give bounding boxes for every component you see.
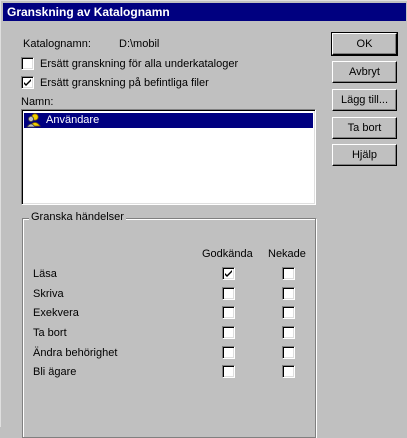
audit-dialog: Granskning av Katalognamn Katalognamn: D…: [0, 0, 407, 438]
execute-success-checkbox[interactable]: [222, 306, 235, 319]
success-column-header: Godkända: [202, 248, 253, 260]
event-label-write: Skriva: [33, 288, 64, 300]
execute-failure-checkbox[interactable]: [282, 306, 295, 319]
list-item[interactable]: Användare: [24, 113, 313, 128]
check-mark-icon: [225, 270, 232, 277]
names-label: Namn:: [21, 96, 54, 108]
event-label-change-permissions: Ändra behörighet: [33, 347, 118, 359]
event-label-take-ownership: Bli ägare: [33, 366, 77, 378]
audit-events-title: Granska händelser: [29, 211, 126, 223]
remove-button[interactable]: Ta bort: [332, 117, 397, 139]
add-button[interactable]: Lägg till...: [332, 89, 397, 111]
write-success-checkbox[interactable]: [222, 287, 235, 300]
event-label-delete: Ta bort: [33, 327, 67, 339]
check-mark-icon: [24, 79, 31, 86]
read-failure-checkbox[interactable]: [282, 267, 295, 280]
list-item-label: Användare: [46, 114, 100, 126]
change-permissions-failure-checkbox[interactable]: [282, 346, 295, 359]
event-label-execute: Exekvera: [33, 307, 79, 319]
replace-files-label[interactable]: Ersätt granskning på befintliga filer: [40, 77, 209, 89]
read-success-checkbox[interactable]: [222, 267, 235, 280]
event-label-read: Läsa: [33, 268, 57, 280]
ok-button[interactable]: OK: [331, 32, 398, 56]
write-failure-checkbox[interactable]: [282, 287, 295, 300]
failure-column-header: Nekade: [268, 248, 306, 260]
replace-files-checkbox[interactable]: [21, 76, 34, 89]
window-title: Granskning av Katalognamn: [7, 5, 170, 19]
help-button[interactable]: Hjälp: [332, 144, 397, 166]
directory-value: D:\mobil: [119, 38, 160, 50]
cancel-button[interactable]: Avbryt: [332, 61, 397, 83]
take-ownership-failure-checkbox[interactable]: [282, 365, 295, 378]
delete-failure-checkbox[interactable]: [282, 326, 295, 339]
delete-success-checkbox[interactable]: [222, 326, 235, 339]
take-ownership-success-checkbox[interactable]: [222, 365, 235, 378]
change-permissions-success-checkbox[interactable]: [222, 346, 235, 359]
replace-subdirs-checkbox[interactable]: [21, 57, 34, 70]
replace-subdirs-label[interactable]: Ersätt granskning för alla underkataloge…: [40, 58, 238, 70]
names-listbox[interactable]: Användare: [21, 109, 316, 205]
user-group-icon: [26, 113, 42, 131]
directory-label: Katalognamn:: [23, 38, 91, 50]
title-bar[interactable]: Granskning av Katalognamn: [3, 3, 406, 21]
